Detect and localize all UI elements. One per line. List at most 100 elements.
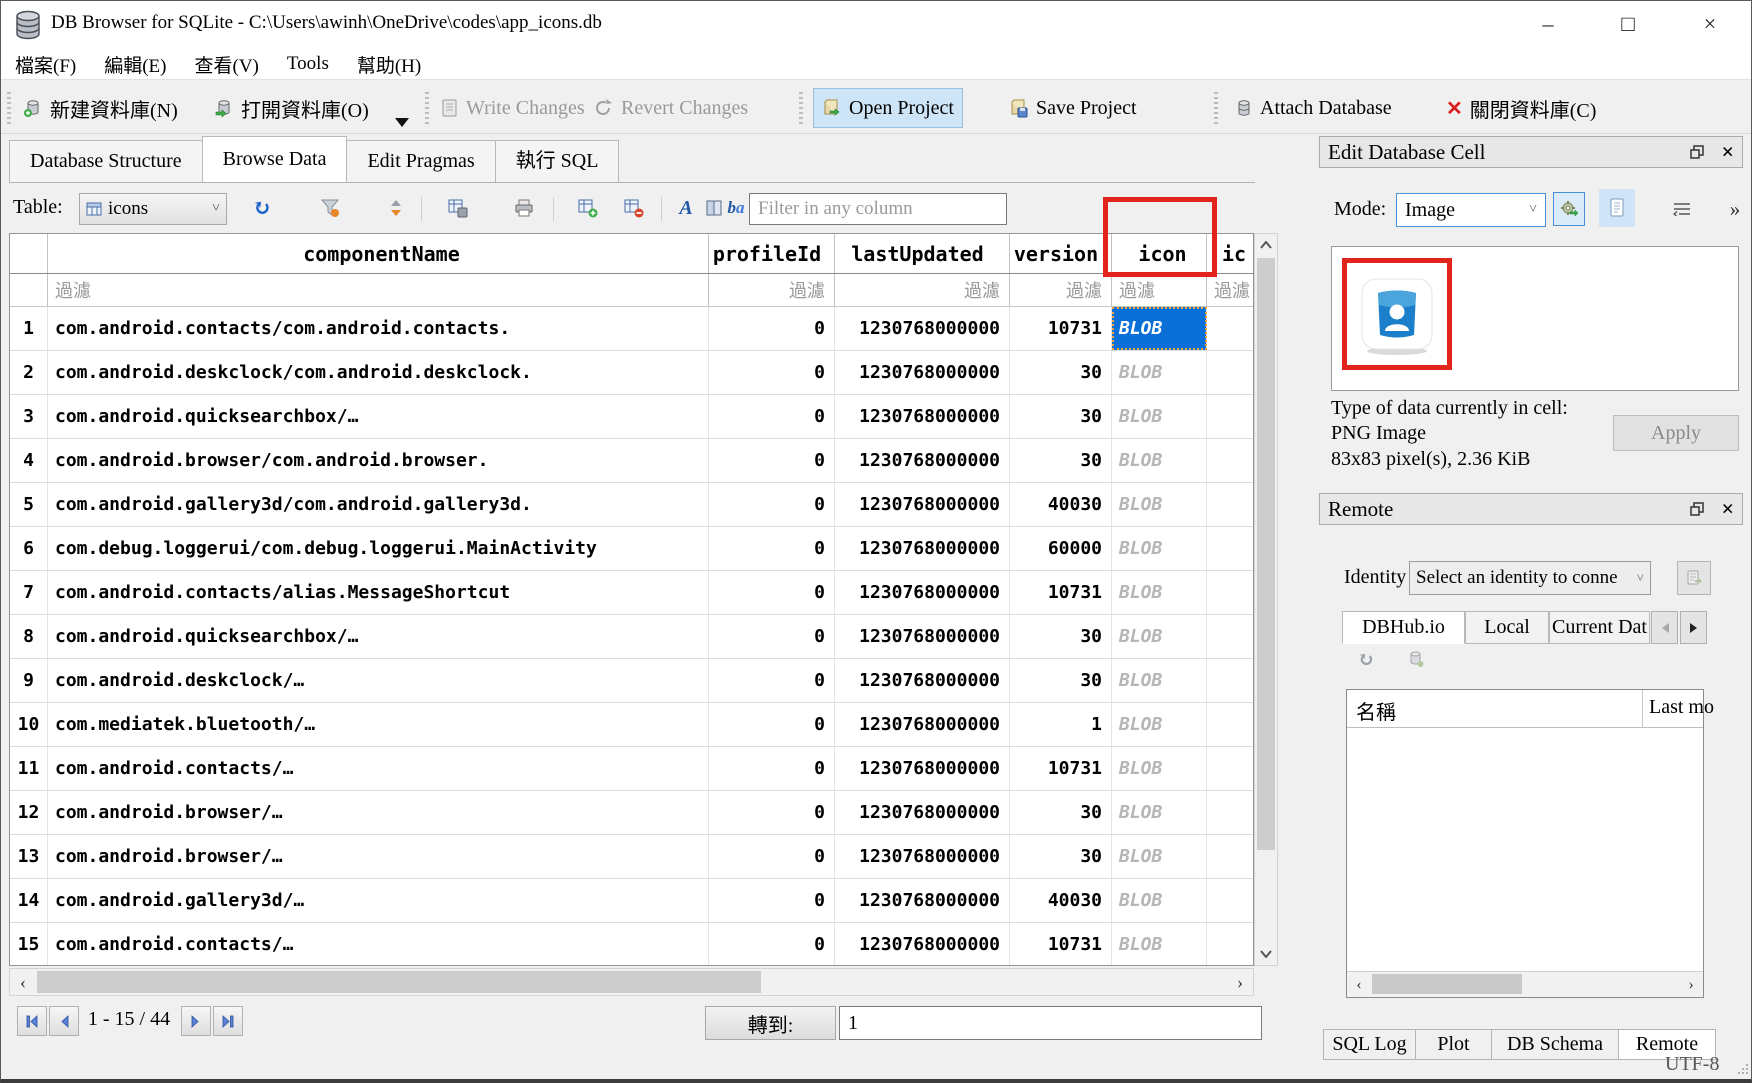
icon-blob-cell[interactable]: BLOB [1112,483,1207,526]
partial-cell[interactable] [1207,307,1254,350]
partial-cell[interactable] [1207,527,1254,570]
header-rownum[interactable] [10,234,48,273]
next-page-button[interactable] [181,1006,211,1036]
partial-cell[interactable] [1207,483,1254,526]
tab-browse-data[interactable]: Browse Data [202,136,348,182]
icon-blob-cell[interactable]: BLOB [1112,703,1207,746]
menu-tools[interactable]: Tools [273,49,343,79]
filter-profileId[interactable]: 過濾 [709,274,835,306]
print-button[interactable] [511,195,537,221]
row-number-cell[interactable]: 6 [10,527,48,570]
text-view-button[interactable] [1599,189,1635,227]
lastUpdated-cell[interactable]: 1230768000000 [835,659,1010,702]
componentName-cell[interactable]: com.android.quicksearchbox/… [48,395,709,438]
new-database-button[interactable]: 新建資料庫(N) [15,88,186,128]
icon-blob-cell[interactable]: BLOB [1112,791,1207,834]
grid-horizontal-scrollbar[interactable]: ‹ › [9,968,1254,996]
filter-icon[interactable]: 過濾 [1112,274,1207,306]
lastUpdated-cell[interactable]: 1230768000000 [835,747,1010,790]
row-number-cell[interactable]: 9 [10,659,48,702]
partial-cell[interactable] [1207,659,1254,702]
maximize-button[interactable]: □ [1605,7,1651,41]
icon-blob-cell[interactable]: BLOB [1112,659,1207,702]
row-number-cell[interactable]: 11 [10,747,48,790]
row-number-cell[interactable]: 15 [10,923,48,966]
profileId-cell[interactable]: 0 [709,923,835,966]
delete-record-button[interactable] [621,195,647,221]
icon-blob-cell[interactable]: BLOB [1112,307,1207,350]
remote-col-last-modified[interactable]: Last mo [1649,696,1714,719]
profileId-cell[interactable]: 0 [709,483,835,526]
icon-blob-cell[interactable]: BLOB [1112,571,1207,614]
partial-cell[interactable] [1207,835,1254,878]
first-page-button[interactable] [17,1006,47,1036]
row-number-cell[interactable]: 1 [10,307,48,350]
componentName-cell[interactable]: com.android.gallery3d/com.android.galler… [48,483,709,526]
version-cell[interactable]: 30 [1010,615,1112,658]
profileId-cell[interactable]: 0 [709,439,835,482]
close-button[interactable]: × [1687,7,1733,41]
partial-cell[interactable] [1207,879,1254,922]
open-database-button[interactable]: 打開資料庫(O) [206,88,377,128]
remote-clone-database-icon[interactable] [1403,647,1429,671]
profileId-cell[interactable]: 0 [709,571,835,614]
tab-database-structure[interactable]: Database Structure [9,140,203,182]
partial-cell[interactable] [1207,439,1254,482]
sort-button[interactable] [383,195,409,221]
remote-refresh-icon[interactable]: ↻ [1353,647,1379,671]
lastUpdated-cell[interactable]: 1230768000000 [835,923,1010,966]
menu-file[interactable]: 檔案(F) [1,49,90,79]
partial-cell[interactable] [1207,351,1254,394]
partial-cell[interactable] [1207,395,1254,438]
componentName-cell[interactable]: com.android.deskclock/com.android.deskcl… [48,351,709,394]
scroll-right-icon[interactable]: › [1227,969,1253,995]
format-font-button[interactable]: A [673,195,699,221]
version-cell[interactable]: 30 [1010,791,1112,834]
previous-page-button[interactable] [49,1006,79,1036]
componentName-cell[interactable]: com.android.quicksearchbox/… [48,615,709,658]
profileId-cell[interactable]: 0 [709,307,835,350]
refresh-button[interactable]: ↻ [249,195,275,221]
componentName-cell[interactable]: com.debug.loggerui/com.debug.loggerui.Ma… [48,527,709,570]
partial-cell[interactable] [1207,571,1254,614]
lastUpdated-cell[interactable]: 1230768000000 [835,527,1010,570]
header-profileId[interactable]: profileId [709,234,835,273]
icon-blob-cell[interactable]: BLOB [1112,527,1207,570]
attach-database-button[interactable]: Attach Database [1227,88,1400,128]
header-componentName[interactable]: componentName [48,234,709,273]
word-wrap-icon[interactable] [1669,196,1695,222]
row-number-cell[interactable]: 12 [10,791,48,834]
lastUpdated-cell[interactable]: 1230768000000 [835,307,1010,350]
lastUpdated-cell[interactable]: 1230768000000 [835,791,1010,834]
clear-filter-button[interactable] [317,195,343,221]
icon-blob-cell[interactable]: BLOB [1112,439,1207,482]
open-database-dropdown-arrow[interactable] [395,118,409,127]
scrollbar-thumb[interactable] [1372,974,1522,994]
profileId-cell[interactable]: 0 [709,791,835,834]
version-cell[interactable]: 30 [1010,835,1112,878]
filter-any-column-input[interactable] [749,193,1007,225]
minimize-button[interactable]: – [1525,7,1571,41]
partial-cell[interactable] [1207,615,1254,658]
tab-execute-sql[interactable]: 執行 SQL [495,140,620,182]
remote-tab-dbhub[interactable]: DBHub.io [1342,611,1465,644]
tab-scroll-right-icon[interactable] [1680,611,1707,644]
lastUpdated-cell[interactable]: 1230768000000 [835,483,1010,526]
row-number-cell[interactable]: 14 [10,879,48,922]
componentName-cell[interactable]: com.android.contacts/… [48,923,709,966]
profileId-cell[interactable]: 0 [709,527,835,570]
profileId-cell[interactable]: 0 [709,659,835,702]
componentName-cell[interactable]: com.android.contacts/alias.MessageShortc… [48,571,709,614]
version-cell[interactable]: 30 [1010,659,1112,702]
dock-tab-sql-log[interactable]: SQL Log [1323,1029,1416,1060]
row-number-cell[interactable]: 4 [10,439,48,482]
partial-cell[interactable] [1207,703,1254,746]
partial-cell[interactable] [1207,923,1254,966]
componentName-cell[interactable]: com.android.contacts/com.android.contact… [48,307,709,350]
scroll-left-icon[interactable]: ‹ [1347,972,1371,997]
goto-button[interactable]: 轉到: [705,1006,836,1040]
componentName-cell[interactable]: com.android.deskclock/… [48,659,709,702]
scroll-down-icon[interactable] [1255,943,1277,965]
profileId-cell[interactable]: 0 [709,351,835,394]
save-project-button[interactable]: Save Project [1001,88,1145,128]
